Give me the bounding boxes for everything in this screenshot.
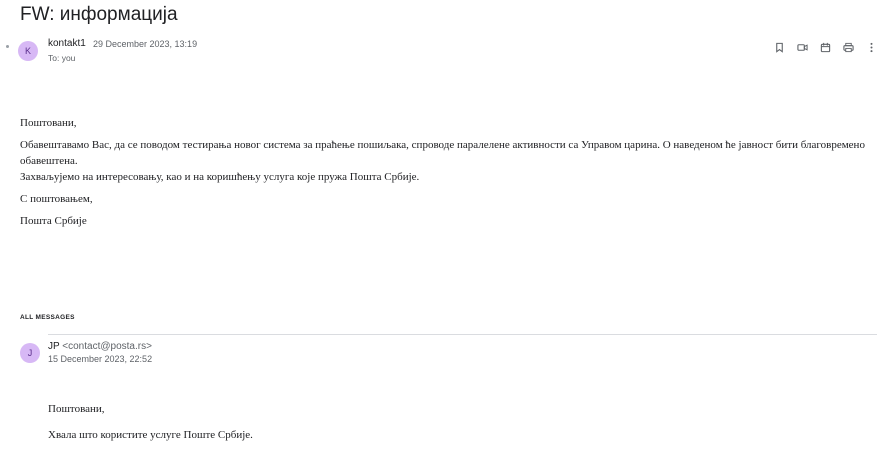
thread-divider: [48, 334, 877, 335]
sender-name[interactable]: kontakt1: [48, 38, 86, 49]
body-greeting: Поштовани,: [20, 117, 77, 129]
message-date: 29 December 2023, 13:19: [93, 39, 198, 49]
previous-sender-name: JP: [48, 341, 60, 352]
previous-sender[interactable]: JP <contact@posta.rs>: [48, 341, 152, 352]
previous-sender-avatar[interactable]: J: [20, 343, 40, 363]
body-line: Захваљујемо на интересовању, као и на ко…: [20, 171, 420, 183]
body-regards: С поштовањем,: [20, 193, 93, 205]
previous-greeting: Поштовани,: [48, 403, 105, 415]
sender-avatar[interactable]: K: [18, 41, 38, 61]
calendar-icon[interactable]: [819, 40, 831, 54]
unread-dot: [6, 45, 9, 48]
message-body: Поштовани, Обавештавамо Вас, да се повод…: [20, 115, 880, 229]
more-icon[interactable]: [865, 40, 877, 54]
print-icon[interactable]: [842, 40, 854, 54]
previous-body: Поштовани, Хвала што користите услуге По…: [48, 401, 868, 443]
body-signature: Пошта Србије: [20, 215, 87, 227]
previous-date: 15 December 2023, 22:52: [48, 354, 153, 364]
previous-sender-email: <contact@posta.rs>: [62, 341, 152, 352]
all-messages-label: ALL MESSAGES: [20, 314, 75, 321]
previous-line: Хвала што користите услуге Поште Србије.: [48, 429, 253, 441]
recipient-line[interactable]: To: you: [48, 53, 75, 63]
message-toolbar: [773, 40, 877, 54]
video-icon[interactable]: [796, 40, 808, 54]
bookmark-icon[interactable]: [773, 40, 785, 54]
body-line: Обавештавамо Вас, да се поводом тестирањ…: [20, 139, 865, 167]
email-subject: FW: информација: [20, 4, 178, 25]
